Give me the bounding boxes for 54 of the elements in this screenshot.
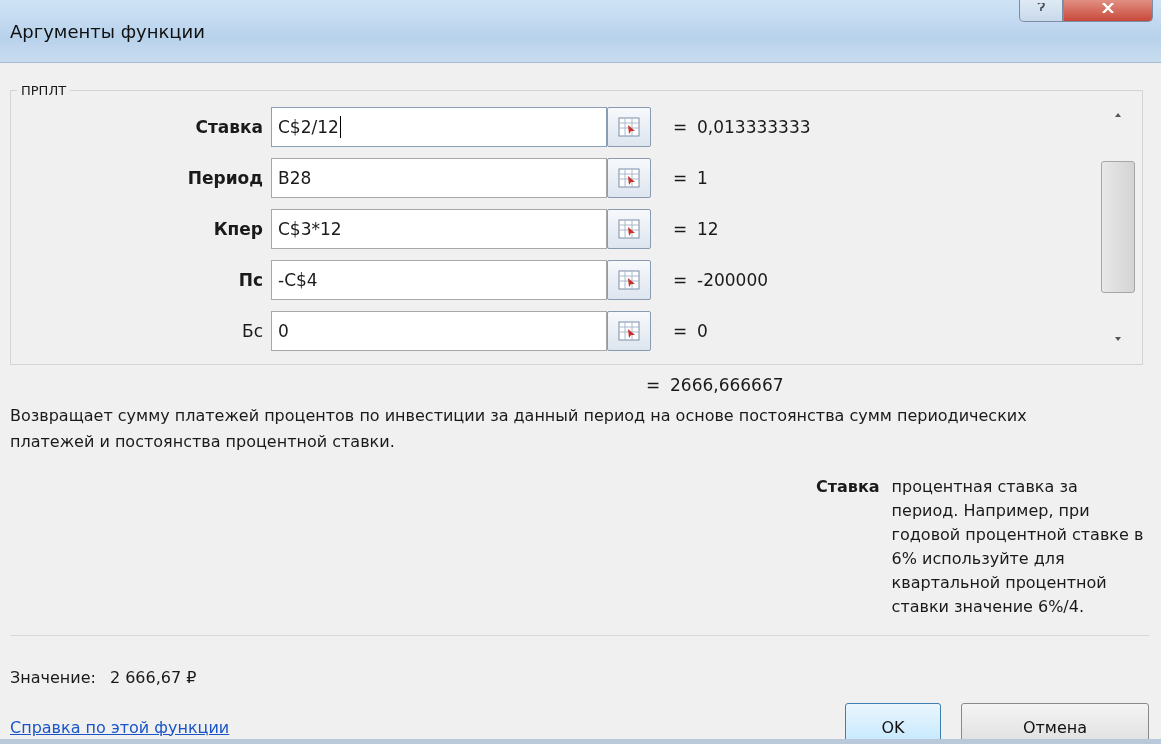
argument-help-text: процентная ставка за период. Например, при годовой процентной ставке в 6% используйте для квартальной процентной ставки значение 6%/4. [891, 476, 1145, 618]
argument-field[interactable]: C$3*12 [271, 209, 607, 249]
field-value: -C$4 [278, 270, 318, 290]
argument-label: Пс [237, 270, 264, 290]
scroll-up-icon[interactable] [1113, 112, 1123, 118]
range-select-button[interactable] [607, 107, 651, 147]
argument-result: 12 [697, 219, 719, 239]
range-select-icon [618, 270, 640, 290]
range-select-icon [618, 168, 640, 188]
argument-result: 0 [697, 321, 708, 341]
range-select-button[interactable] [607, 311, 651, 351]
argument-label: Кпер [212, 219, 264, 239]
field-value: C$2/12 [278, 117, 339, 137]
range-select-button[interactable] [607, 158, 651, 198]
value-label: Значение: [10, 668, 96, 687]
function-description: Возвращает сумму платежей процентов по инвестиции за данный период на основе постоянства сумм периодических платежей и постоянства процентной ставки. [10, 405, 1028, 453]
field-value: 0 [278, 321, 289, 341]
equals-sign: = [673, 270, 689, 290]
argument-result: 0,013333333 [697, 117, 811, 137]
cancel-button[interactable]: Отмена [961, 703, 1149, 739]
help-link[interactable]: Справка по этой функции [10, 717, 230, 737]
field-value: C$3*12 [278, 219, 342, 239]
argument-help-label: Ставка [816, 476, 880, 498]
argument-field[interactable]: 0 [271, 311, 607, 351]
argument-field[interactable]: C$2/12 [271, 107, 607, 147]
argument-label: Ставка [194, 117, 264, 137]
close-button[interactable] [1063, 0, 1153, 22]
field-value: B28 [278, 168, 312, 188]
range-select-button[interactable] [607, 209, 651, 249]
argument-result: -200000 [697, 270, 769, 290]
argument-result: 1 [697, 168, 708, 188]
window-title: Аргументы функции [10, 20, 206, 42]
equals-sign: = [673, 117, 689, 137]
text-cursor [339, 116, 341, 138]
scroll-down-icon[interactable] [1113, 336, 1123, 342]
equals-sign: = [673, 168, 689, 188]
range-select-icon [618, 219, 640, 239]
range-select-button[interactable] [607, 260, 651, 300]
argument-field[interactable]: B28 [271, 158, 607, 198]
scrollbar-thumb[interactable] [1101, 161, 1135, 293]
range-select-icon [618, 321, 640, 341]
close-icon [1101, 2, 1115, 13]
help-button[interactable] [1019, 0, 1063, 22]
argument-label: Бс [241, 321, 264, 341]
value-text: 2 666,67 ₽ [109, 668, 197, 687]
equals-sign: = [673, 219, 689, 239]
equals-sign: = [646, 375, 662, 395]
argument-label: Период [186, 168, 264, 188]
function-name: ПРПЛТ [20, 83, 68, 98]
equals-sign: = [673, 321, 689, 341]
ok-button[interactable]: OK [845, 703, 941, 739]
argument-field[interactable]: -C$4 [271, 260, 607, 300]
range-select-icon [618, 117, 640, 137]
formula-result: 2666,666667 [670, 375, 784, 395]
